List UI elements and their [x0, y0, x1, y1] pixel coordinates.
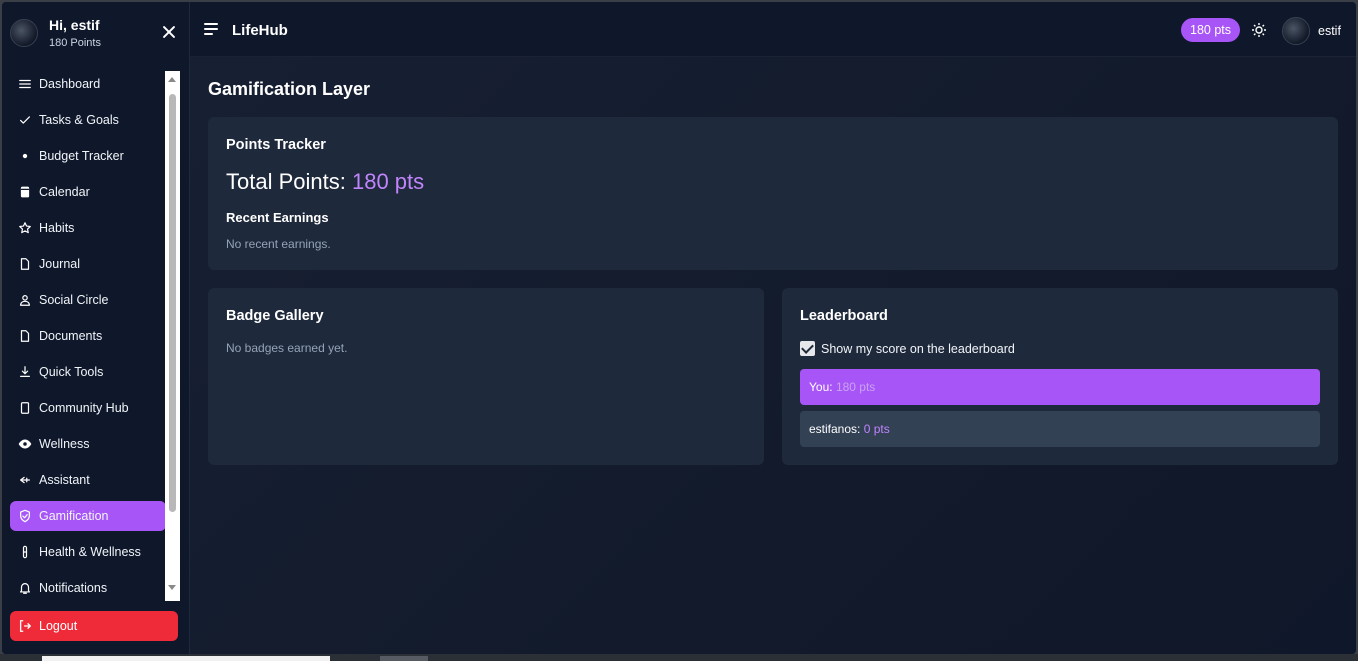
sidebar-item-label: Budget Tracker [39, 149, 124, 163]
leaderboard-name: estifanos: [809, 422, 861, 436]
user-avatar[interactable] [1282, 17, 1310, 45]
leaderboard-score: 0 pts [863, 422, 890, 436]
sidebar-item-social-circle[interactable]: Social Circle [10, 285, 166, 315]
leaderboard-title: Leaderboard [800, 308, 888, 324]
sidebar-item-label: Journal [39, 257, 80, 271]
sidebar-item-quick-tools[interactable]: Quick Tools [10, 357, 166, 387]
sidebar-item-label: Calendar [39, 185, 90, 199]
leaderboard-score: 180 pts [835, 380, 876, 394]
points-summary: 180 Points [49, 37, 101, 49]
sidebar-item-label: Wellness [39, 437, 90, 451]
sidebar-item-wellness[interactable]: Wellness [10, 429, 166, 459]
points-badge: 180 pts [1181, 18, 1241, 42]
badges-empty: No badges earned yet. [226, 341, 348, 355]
sidebar-item-journal[interactable]: Journal [10, 249, 166, 279]
leaderboard-visibility-toggle[interactable]: Show my score on the leaderboard [800, 341, 1015, 356]
sidebar-item-label: Community Hub [39, 401, 129, 415]
badge-gallery-card: Badge Gallery No badges earned yet. [208, 288, 764, 465]
sidebar-item-budget-tracker[interactable]: Budget Tracker [10, 141, 166, 171]
scroll-up-icon[interactable] [168, 77, 176, 82]
page-icon [18, 401, 32, 415]
sidebar-nav: Dashboard Tasks & Goals Budget Tracker Cale… [10, 69, 166, 603]
sidebar-item-label: Health & Wellness [39, 545, 141, 559]
app-brand[interactable]: LifeHub [232, 22, 288, 39]
taskbar-strip [0, 654, 1358, 661]
sidebar-item-notifications[interactable]: Notifications [10, 573, 166, 603]
sidebar-item-dashboard[interactable]: Dashboard [10, 69, 166, 99]
sidebar-item-tasks-goals[interactable]: Tasks & Goals [10, 105, 166, 135]
arrow-left-icon [18, 473, 32, 487]
sidebar-item-label: Social Circle [39, 293, 109, 307]
scrollbar-thumb[interactable] [169, 94, 176, 512]
sidebar-item-health-wellness[interactable]: Health & Wellness [10, 537, 166, 567]
logout-icon [18, 619, 32, 633]
taskbar-segment [42, 656, 330, 661]
points-tracker-title: Points Tracker [226, 137, 326, 153]
sidebar-item-community-hub[interactable]: Community Hub [10, 393, 166, 423]
logout-button[interactable]: Logout [10, 611, 178, 641]
leaderboard-row: You: 180 pts [800, 369, 1320, 405]
download-icon [18, 365, 32, 379]
sidebar-item-label: Dashboard [39, 77, 101, 91]
sidebar-item-label: Tasks & Goals [39, 113, 119, 127]
scroll-down-icon[interactable] [168, 585, 176, 590]
main-content: Gamification Layer Points Tracker Total … [190, 57, 1356, 654]
total-points-value: 180 pts [351, 169, 425, 194]
file-icon [18, 329, 32, 343]
user-icon [18, 293, 32, 307]
sidebar-item-habits[interactable]: Habits [10, 213, 166, 243]
calendar-icon [18, 185, 32, 199]
sidebar-scrollbar[interactable] [165, 71, 180, 601]
sidebar-item-label: Documents [39, 329, 103, 343]
star-icon [18, 221, 32, 235]
sidebar-item-gamification[interactable]: Gamification [10, 501, 166, 531]
menu-toggle-icon[interactable] [204, 23, 218, 35]
username[interactable]: estif [1318, 24, 1341, 38]
leaderboard-name: You: [809, 380, 833, 394]
sidebar-item-label: Notifications [39, 581, 108, 595]
recent-earnings-title: Recent Earnings [226, 210, 329, 225]
sidebar-item-documents[interactable]: Documents [10, 321, 166, 351]
greeting: Hi, estif [49, 17, 100, 33]
document-icon [18, 257, 32, 271]
leaderboard-row: estifanos: 0 pts [800, 411, 1320, 447]
sidebar-item-assistant[interactable]: Assistant [10, 465, 166, 495]
recent-earnings-empty: No recent earnings. [226, 237, 331, 251]
total-points: Total Points: 180 pts [226, 169, 424, 195]
bell-icon [18, 581, 32, 595]
page-title: Gamification Layer [208, 79, 371, 99]
avatar [10, 19, 38, 47]
total-points-label: Total Points: [226, 169, 346, 194]
sidebar-item-label: Gamification [39, 509, 109, 523]
close-sidebar-button[interactable] [161, 24, 177, 40]
show-score-label: Show my score on the leaderboard [821, 341, 1015, 356]
sidebar-item-calendar[interactable]: Calendar [10, 177, 166, 207]
sidebar-header: Hi, estif 180 Points [2, 2, 190, 62]
sidebar: Hi, estif 180 Points Dashboard Tasks & Go… [2, 2, 190, 654]
sidebar-item-label: Quick Tools [39, 365, 104, 379]
eye-icon [18, 437, 32, 451]
shield-check-icon [18, 509, 32, 523]
top-bar: LifeHub 180 pts estif [190, 2, 1356, 57]
sidebar-item-label: Habits [39, 221, 75, 235]
dot-icon [18, 149, 32, 163]
points-tracker-card: Points Tracker Total Points: 180 pts Rec… [208, 117, 1338, 270]
logout-label: Logout [39, 619, 78, 633]
sidebar-item-label: Assistant [39, 473, 90, 487]
menu-lines-icon [18, 77, 32, 91]
sun-icon[interactable] [1251, 22, 1267, 38]
show-score-checkbox[interactable] [800, 341, 815, 356]
badge-gallery-title: Badge Gallery [226, 308, 324, 324]
leaderboard-card: Leaderboard Show my score on the leaderb… [782, 288, 1338, 465]
app-window: Hi, estif 180 Points Dashboard Tasks & Go… [2, 2, 1356, 654]
capsule-icon [18, 545, 32, 559]
check-icon [18, 113, 32, 127]
taskbar-segment [380, 656, 428, 661]
